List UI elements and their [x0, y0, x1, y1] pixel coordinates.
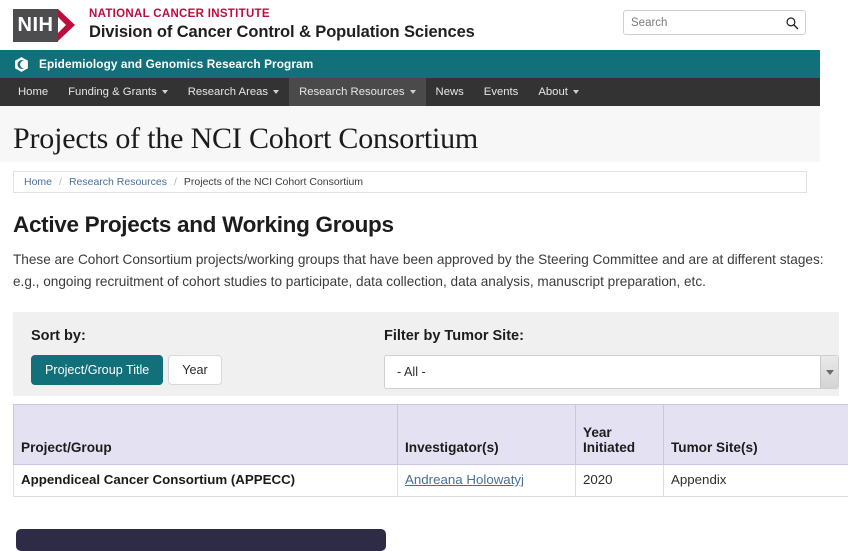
cell-project-name: Appendiceal Cancer Consortium (APPECC) — [14, 465, 398, 497]
nav-item-research-resources[interactable]: Research Resources — [289, 78, 425, 106]
program-title: Epidemiology and Genomics Research Progr… — [39, 57, 313, 71]
page-title-band: Projects of the NCI Cohort Consortium — [0, 106, 820, 162]
main-content: Active Projects and Working Groups These… — [0, 212, 848, 497]
sort-control-group: Sort by: Project/Group Title Year — [31, 328, 384, 385]
controls-panel: Sort by: Project/Group Title Year Filter… — [13, 312, 839, 396]
sort-button-project-title[interactable]: Project/Group Title — [31, 355, 163, 385]
institute-name: NATIONAL CANCER INSTITUTE — [89, 8, 475, 21]
chevron-down-icon — [273, 90, 279, 94]
cell-investigator: Andreana Holowatyj — [398, 465, 576, 497]
search-icon[interactable] — [785, 16, 799, 30]
projects-table-wrapper: Project/Group Investigator(s) Year Initi… — [13, 404, 848, 497]
section-heading: Active Projects and Working Groups — [13, 212, 835, 238]
column-header-investigators[interactable]: Investigator(s) — [398, 405, 576, 465]
page-title: Projects of the NCI Cohort Consortium — [13, 122, 820, 156]
column-header-year-initiated[interactable]: Year Initiated — [576, 405, 664, 465]
search-box[interactable] — [623, 10, 806, 35]
filter-by-tumor-site-label: Filter by Tumor Site: — [384, 328, 839, 344]
sort-by-label: Sort by: — [31, 328, 384, 344]
tumor-site-select[interactable]: - All - — [384, 355, 839, 389]
tumor-site-select-wrapper[interactable]: - All - — [384, 355, 839, 389]
site-header: NIH NATIONAL CANCER INSTITUTE Division o… — [0, 0, 848, 50]
nav-item-events[interactable]: Events — [474, 78, 529, 106]
nav-item-news[interactable]: News — [426, 78, 474, 106]
column-header-tumor-sites[interactable]: Tumor Site(s) — [664, 405, 848, 465]
nav-label: News — [436, 86, 464, 98]
nav-label: About — [538, 86, 568, 98]
nav-label: Funding & Grants — [68, 86, 157, 98]
column-header-project-group[interactable]: Project/Group — [14, 405, 398, 465]
site-branding: NATIONAL CANCER INSTITUTE Division of Ca… — [89, 8, 475, 42]
chevron-down-icon — [826, 370, 834, 375]
table-body: Appendiceal Cancer Consortium (APPECC) A… — [14, 465, 848, 497]
project-title: Appendiceal Cancer Consortium (APPECC) — [21, 472, 295, 487]
cell-year-initiated: 2020 — [576, 465, 664, 497]
breadcrumb-separator: / — [59, 176, 62, 188]
chevron-down-icon — [410, 90, 416, 94]
nih-logo-text: NIH — [13, 9, 58, 42]
program-bar: Epidemiology and Genomics Research Progr… — [0, 50, 820, 78]
nav-label: Research Resources — [299, 86, 404, 98]
investigator-link[interactable]: Andreana Holowatyj — [405, 472, 524, 487]
nav-label: Home — [18, 86, 48, 98]
cell-tumor-site: Appendix — [664, 465, 848, 497]
breadcrumb: Home / Research Resources / Projects of … — [13, 171, 807, 193]
table-header-row: Project/Group Investigator(s) Year Initi… — [14, 405, 848, 465]
breadcrumb-item-research-resources[interactable]: Research Resources — [69, 176, 167, 188]
main-navigation: Home Funding & Grants Research Areas Res… — [0, 78, 820, 106]
search-input[interactable] — [631, 17, 785, 29]
nav-label: Research Areas — [188, 86, 268, 98]
select-dropdown-button[interactable] — [820, 356, 838, 388]
filter-control-group: Filter by Tumor Site: - All - — [384, 328, 839, 389]
nav-item-research-areas[interactable]: Research Areas — [178, 78, 289, 106]
chevron-down-icon — [162, 90, 168, 94]
nih-chevron-icon — [58, 9, 75, 41]
chevron-down-icon — [573, 90, 579, 94]
bottom-overlay-chip[interactable] — [16, 529, 386, 551]
program-logo-icon — [13, 56, 30, 73]
projects-table: Project/Group Investigator(s) Year Initi… — [13, 404, 848, 497]
table-head: Project/Group Investigator(s) Year Initi… — [14, 405, 848, 465]
nih-logo[interactable]: NIH — [13, 9, 75, 42]
breadcrumb-separator: / — [174, 176, 177, 188]
table-row: Appendiceal Cancer Consortium (APPECC) A… — [14, 465, 848, 497]
column-header-year-line1: Year — [583, 425, 612, 440]
division-name: Division of Cancer Control & Population … — [89, 23, 475, 42]
nav-item-about[interactable]: About — [528, 78, 589, 106]
sort-button-row: Project/Group Title Year — [31, 355, 384, 385]
nav-label: Events — [484, 86, 519, 98]
nav-item-funding-grants[interactable]: Funding & Grants — [58, 78, 178, 106]
sort-button-year[interactable]: Year — [168, 355, 221, 385]
breadcrumb-current: Projects of the NCI Cohort Consortium — [184, 176, 363, 188]
column-header-year-line2: Initiated — [583, 440, 635, 455]
intro-paragraph: These are Cohort Consortium projects/wor… — [13, 249, 831, 293]
nav-item-home[interactable]: Home — [8, 78, 58, 106]
breadcrumb-item-home[interactable]: Home — [24, 176, 52, 188]
